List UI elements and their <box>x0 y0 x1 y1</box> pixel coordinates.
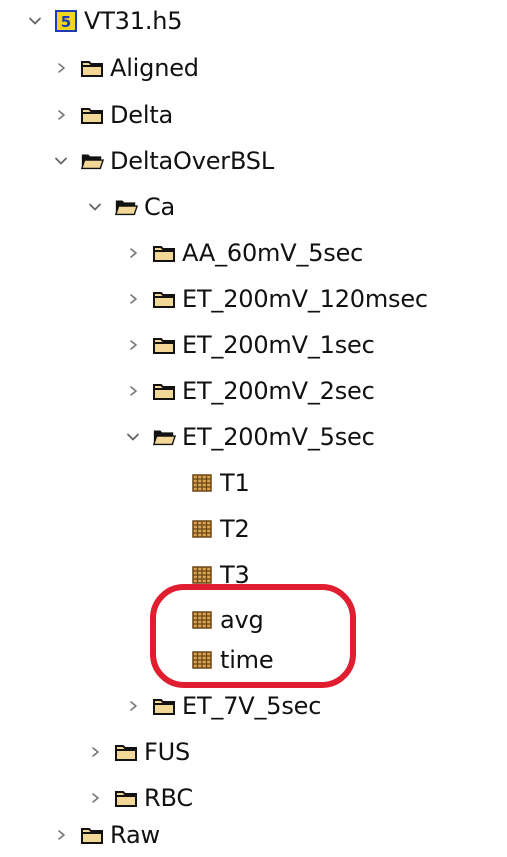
chevron-right-icon[interactable] <box>124 290 142 308</box>
chevron-right-icon[interactable] <box>86 743 104 761</box>
tree-item-label: T1 <box>220 469 250 497</box>
tree-item-delta[interactable]: Delta <box>52 95 173 135</box>
tree-item-label: FUS <box>144 738 191 766</box>
file-badge: 5 <box>61 13 71 31</box>
tree-item-t1[interactable]: T1 <box>162 463 250 503</box>
tree-item-label: Ca <box>144 193 176 221</box>
chevron-down-icon[interactable] <box>52 152 70 170</box>
tree-item-label: ET_200mV_5sec <box>182 423 375 451</box>
chevron-right-icon[interactable] <box>124 697 142 715</box>
hdf5-file-icon: 5 <box>54 10 78 32</box>
tree-item-time[interactable]: time <box>162 640 274 680</box>
chevron-right-icon[interactable] <box>124 382 142 400</box>
tree-item-raw[interactable]: Raw <box>52 815 160 855</box>
tree-item-label: ET_200mV_120msec <box>182 285 428 313</box>
tree-item-label: DeltaOverBSL <box>110 147 275 175</box>
tree-item-et-7v-5sec[interactable]: ET_7V_5sec <box>124 686 321 726</box>
tree-root-label: VT31.h5 <box>84 7 183 35</box>
tree-item-label: Raw <box>110 821 160 849</box>
folder-closed-icon <box>152 381 176 401</box>
tree-item-fus[interactable]: FUS <box>86 732 190 772</box>
tree-item-rbc[interactable]: RBC <box>86 778 193 818</box>
chevron-right-icon[interactable] <box>86 789 104 807</box>
file-tree: 5 VT31.h5 Aligned Delta DeltaOverBSL Ca … <box>0 0 507 857</box>
dataset-icon <box>190 650 214 670</box>
tree-item-label: RBC <box>144 784 193 812</box>
chevron-right-icon[interactable] <box>52 59 70 77</box>
tree-item-aligned[interactable]: Aligned <box>52 48 199 88</box>
chevron-right-icon[interactable] <box>124 244 142 262</box>
chevron-right-icon[interactable] <box>124 336 142 354</box>
dataset-icon <box>190 565 214 585</box>
tree-item-label: ET_7V_5sec <box>182 692 322 720</box>
folder-open-icon <box>114 197 138 217</box>
folder-open-icon <box>152 427 176 447</box>
dataset-icon <box>190 610 214 630</box>
tree-item-t3[interactable]: T3 <box>162 555 250 595</box>
dataset-icon <box>190 473 214 493</box>
chevron-right-icon[interactable] <box>52 106 70 124</box>
folder-closed-icon <box>80 58 104 78</box>
folder-closed-icon <box>152 335 176 355</box>
tree-item-et-200mv-120msec[interactable]: ET_200mV_120msec <box>124 279 428 319</box>
tree-item-deltaoverbsl[interactable]: DeltaOverBSL <box>52 141 274 181</box>
folder-open-icon <box>80 151 104 171</box>
folder-closed-icon <box>80 105 104 125</box>
tree-item-aa-60mv-5sec[interactable]: AA_60mV_5sec <box>124 233 363 273</box>
tree-item-ca[interactable]: Ca <box>86 187 175 227</box>
tree-item-label: Aligned <box>110 54 199 82</box>
tree-item-et-200mv-5sec[interactable]: ET_200mV_5sec <box>124 417 375 457</box>
tree-item-label: avg <box>220 606 264 634</box>
folder-closed-icon <box>80 825 104 845</box>
dataset-icon <box>190 519 214 539</box>
chevron-right-icon[interactable] <box>52 826 70 844</box>
folder-closed-icon <box>114 742 138 762</box>
tree-item-label: ET_200mV_1sec <box>182 331 375 359</box>
folder-closed-icon <box>152 243 176 263</box>
tree-item-label: Delta <box>110 101 174 129</box>
chevron-down-icon[interactable] <box>86 198 104 216</box>
tree-item-et-200mv-2sec[interactable]: ET_200mV_2sec <box>124 371 375 411</box>
tree-root[interactable]: 5 VT31.h5 <box>26 1 183 41</box>
chevron-down-icon[interactable] <box>26 12 44 30</box>
chevron-down-icon[interactable] <box>124 428 142 446</box>
folder-closed-icon <box>114 788 138 808</box>
tree-item-label: T3 <box>220 561 250 589</box>
tree-item-label: AA_60mV_5sec <box>182 239 364 267</box>
tree-item-label: ET_200mV_2sec <box>182 377 375 405</box>
tree-item-avg[interactable]: avg <box>162 600 264 640</box>
tree-item-label: time <box>220 646 274 674</box>
tree-item-t2[interactable]: T2 <box>162 509 250 549</box>
tree-item-label: T2 <box>220 515 250 543</box>
tree-item-et-200mv-1sec[interactable]: ET_200mV_1sec <box>124 325 375 365</box>
folder-closed-icon <box>152 696 176 716</box>
folder-closed-icon <box>152 289 176 309</box>
